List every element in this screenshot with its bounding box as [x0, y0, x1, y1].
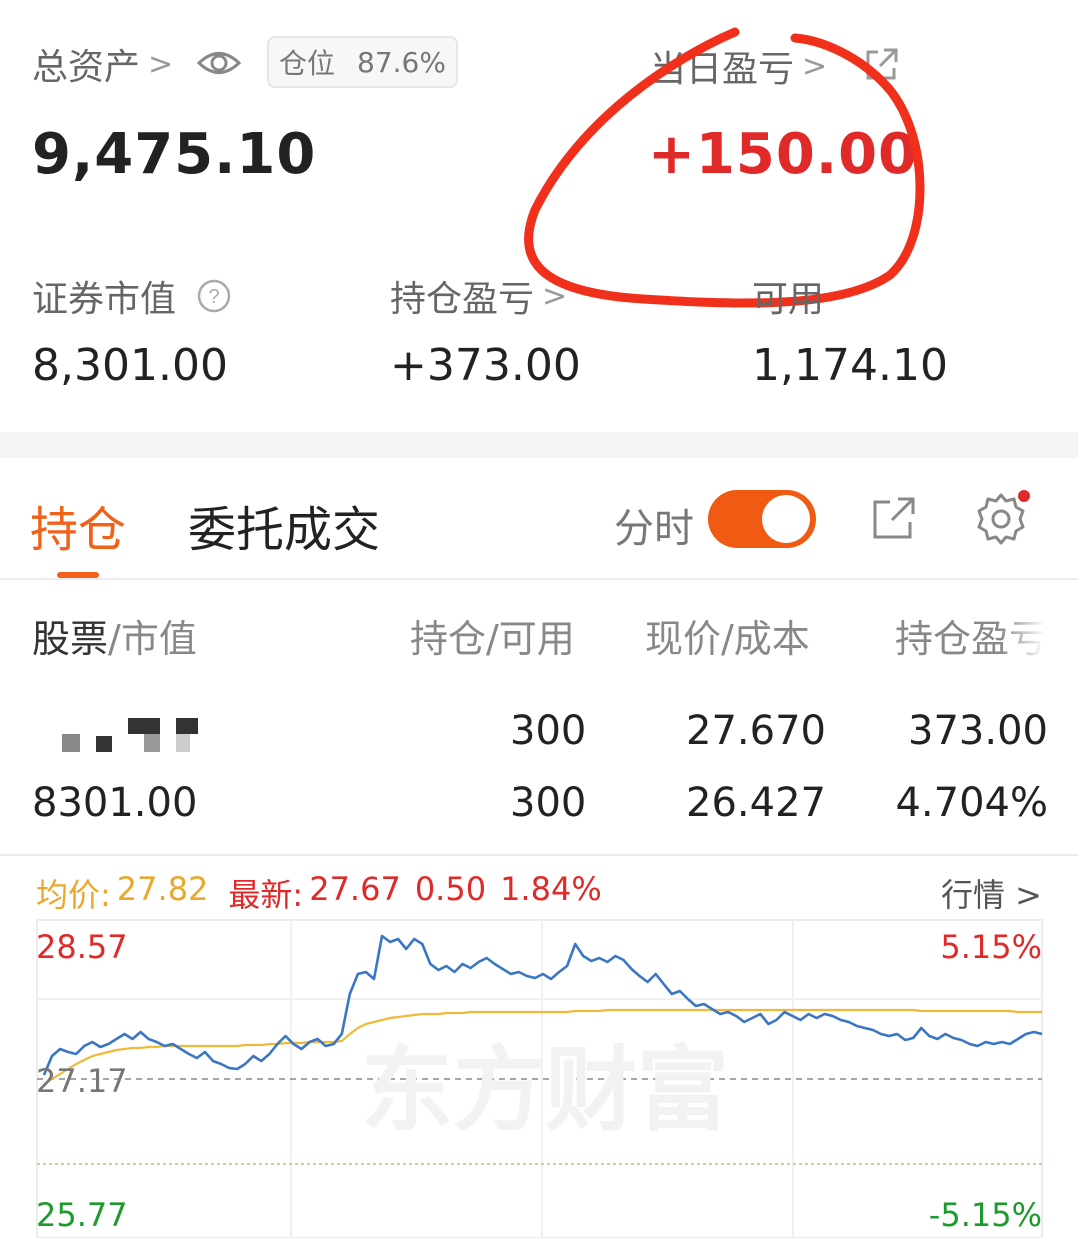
chevron-right-icon: > — [542, 278, 568, 314]
col-header-market-value: /市值 — [108, 617, 197, 661]
position-badge: 仓位 87.6% — [267, 36, 458, 88]
col-header-pnl: 持仓盈亏 — [895, 617, 1045, 661]
col-header-stock-label: 股票 — [32, 617, 109, 661]
position-label: 仓位 — [279, 47, 336, 80]
total-assets-link[interactable]: 总资产 > — [32, 38, 173, 90]
svg-text:?: ? — [208, 286, 219, 308]
price-change-pct: 1.84% — [500, 870, 602, 908]
help-icon[interactable]: ? — [196, 278, 232, 314]
available-value: 1,174.10 — [752, 340, 948, 391]
row-market-value: 8301.00 — [32, 780, 198, 826]
chart-watermark: 东方财富 — [361, 1040, 729, 1142]
total-assets-value: 9,475.10 — [32, 122, 317, 187]
latest-price-value: 27.67 — [309, 870, 401, 908]
price-change: 0.50 — [414, 870, 487, 908]
redacted-stock-name — [144, 734, 160, 752]
chart-y-high: 28.57 — [36, 928, 128, 966]
row-qty: 300 — [510, 708, 587, 754]
row-available: 300 — [510, 780, 587, 826]
col-header-qty: 持仓/可用 — [410, 617, 575, 661]
intraday-toggle[interactable] — [708, 490, 816, 548]
redacted-stock-name — [128, 718, 160, 734]
intraday-label: 分时 — [614, 506, 694, 552]
eye-icon[interactable] — [196, 40, 242, 86]
tab-orders[interactable]: 委托成交 — [188, 490, 380, 560]
total-assets-label: 总资产 — [32, 47, 141, 88]
chart-pct-low: -5.15% — [928, 1196, 1042, 1234]
toggle-knob — [762, 495, 810, 543]
quote-line: 均价: 27.82 最新: 27.67 0.50 1.84% — [36, 870, 602, 916]
redacted-stock-name — [62, 734, 80, 752]
tab-holdings[interactable]: 持仓 — [30, 490, 126, 560]
chevron-right-icon: > — [148, 46, 174, 82]
chart-pct-high: 5.15% — [940, 928, 1042, 966]
redacted-stock-name — [176, 734, 190, 752]
row-pnl-pct: 4.704% — [895, 780, 1048, 826]
share-icon[interactable] — [870, 494, 918, 542]
row-pnl: 373.00 — [908, 708, 1048, 754]
row-cost: 26.427 — [686, 780, 826, 826]
settings-gear-icon[interactable] — [972, 490, 1030, 548]
row-divider — [0, 854, 1078, 856]
market-link[interactable]: 行情 > — [941, 870, 1042, 916]
avg-price-value: 27.82 — [116, 870, 209, 908]
section-divider — [0, 432, 1078, 458]
col-header-stock: 股票/市值 — [32, 608, 197, 663]
row-price: 27.670 — [686, 708, 826, 754]
market-value: 8,301.00 — [32, 340, 228, 391]
chart-y-mid: 27.17 — [36, 1062, 128, 1100]
col-header-price: 现价/成本 — [645, 617, 810, 661]
latest-price-label: 最新: — [228, 876, 304, 914]
intraday-chart[interactable]: 东方财富 — [0, 912, 1078, 1238]
position-value: 87.6% — [357, 45, 446, 79]
tabs-divider — [0, 578, 1078, 580]
holding-pnl-label: 持仓盈亏 — [390, 279, 535, 320]
market-value-block: 证券市值 ? — [32, 270, 232, 322]
holding-pnl-value: +373.00 — [390, 340, 581, 391]
red-circle-annotation — [524, 27, 925, 308]
redacted-stock-name — [96, 736, 112, 752]
chart-y-low: 25.77 — [36, 1196, 128, 1234]
holding-pnl-link[interactable]: 持仓盈亏 > — [390, 270, 567, 322]
market-value-label: 证券市值 — [32, 279, 177, 320]
redacted-stock-name — [176, 718, 198, 734]
available-label: 可用 — [752, 279, 825, 320]
avg-price-label: 均价: — [36, 876, 111, 914]
